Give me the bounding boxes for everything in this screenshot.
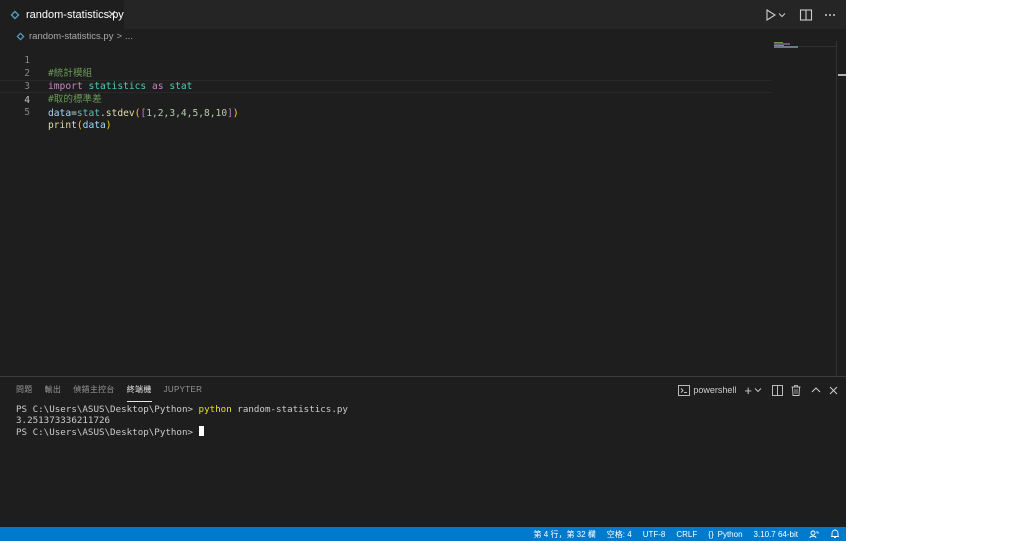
split-editor-icon	[799, 8, 813, 21]
feedback-button[interactable]	[809, 529, 819, 539]
number-list: 1,2,3,4,5,8,10	[146, 108, 228, 119]
panel-actions: powershell +	[672, 382, 838, 398]
terminal-args: random-statistics.py	[231, 404, 348, 415]
code-line: 2 import statistics as stat	[0, 54, 772, 92]
status-bar-right: 第 4 行，第 32 欄 空格: 4 UTF-8 CRLF {} Python …	[523, 527, 840, 541]
tab-jupyter[interactable]: JUPYTER	[164, 383, 203, 401]
code-line-current: 4 data=stat.stdev([1,2,3,4,5,8,10])	[0, 80, 772, 119]
tab-bar: random-statistics.py	[0, 0, 846, 29]
bottom-panel: 問題 輸出 偵錯主控台 終端機 JUPYTER powershell + PS …	[0, 376, 846, 527]
close-icon	[829, 386, 838, 394]
trash-icon	[791, 384, 801, 396]
bell-icon	[831, 529, 839, 538]
minimap[interactable]	[774, 41, 836, 49]
python-file-icon	[10, 10, 20, 19]
function-name: print	[48, 120, 77, 131]
code-editor[interactable]: 1 #統計模組 2 import statistics as stat 3 #取…	[0, 41, 846, 376]
variable: data	[48, 108, 72, 119]
plus-icon: +	[744, 382, 752, 398]
tab-output[interactable]: 輸出	[45, 383, 62, 401]
file-encoding[interactable]: UTF-8	[643, 530, 666, 539]
code-line: 3 #取的標準差	[0, 67, 772, 105]
split-editor-button[interactable]	[798, 7, 814, 23]
tab-debug-console[interactable]: 偵錯主控台	[73, 383, 115, 401]
tab-terminal[interactable]: 終端機	[126, 383, 152, 402]
terminal-command: python	[198, 404, 232, 415]
vertical-scrollbar[interactable]	[836, 41, 846, 376]
terminal-shell-selector[interactable]: powershell	[678, 382, 736, 398]
code-line: 1 #統計模組	[0, 41, 772, 79]
code-line: 5 print(data)	[0, 93, 772, 131]
braces-icon: {}	[708, 529, 714, 539]
close-icon[interactable]	[106, 8, 118, 20]
python-file-icon	[16, 31, 25, 41]
breadcrumb-symbols[interactable]: ...	[125, 31, 133, 42]
run-python-button[interactable]	[764, 7, 788, 23]
terminal-output[interactable]: PS C:\Users\ASUS\Desktop\Python> python …	[16, 404, 348, 438]
function-name: stdev	[105, 108, 135, 119]
tab-random-statistics[interactable]: random-statistics.py	[0, 0, 124, 29]
python-interpreter[interactable]: 3.10.7 64-bit	[754, 530, 798, 539]
variable: data	[82, 120, 106, 131]
terminal-prompt: PS C:\Users\ASUS\Desktop\Python>	[16, 404, 199, 415]
module-alias: stat	[76, 108, 100, 119]
more-actions-button[interactable]	[822, 7, 838, 23]
chevron-up-icon	[811, 387, 821, 393]
cursor-position[interactable]: 第 4 行，第 32 欄	[534, 529, 596, 540]
terminal-result: 3.251373336211726	[16, 415, 111, 426]
terminal-icon	[678, 384, 691, 396]
vscode-window: random-statistics.py random-statistics.p…	[0, 0, 846, 541]
editor-actions	[764, 0, 846, 29]
end-of-line[interactable]: CRLF	[676, 530, 697, 539]
feedback-icon	[809, 530, 819, 539]
more-icon	[825, 13, 835, 16]
indentation[interactable]: 空格: 4	[607, 529, 632, 540]
maximize-panel-button[interactable]	[811, 382, 821, 398]
notifications-button[interactable]	[830, 529, 840, 539]
language-label: Python	[717, 529, 743, 539]
shell-label: powershell	[693, 385, 737, 395]
split-editor-icon	[772, 384, 783, 396]
run-icon	[766, 8, 786, 21]
language-mode[interactable]: {} Python	[708, 530, 742, 539]
split-terminal-button[interactable]	[772, 382, 783, 398]
close-panel-button[interactable]	[829, 382, 838, 398]
panel-tabs: 問題 輸出 偵錯主控台 終端機 JUPYTER	[10, 383, 208, 403]
tab-problems[interactable]: 問題	[16, 383, 33, 401]
status-bar: 第 4 行，第 32 欄 空格: 4 UTF-8 CRLF {} Python …	[0, 527, 846, 541]
chevron-down-icon	[754, 388, 762, 393]
new-terminal-button[interactable]: +	[744, 382, 762, 398]
terminal-cursor	[198, 426, 204, 436]
line-number: 5	[24, 107, 30, 118]
breadcrumb-file[interactable]: random-statistics.py	[29, 31, 113, 42]
terminal-prompt: PS C:\Users\ASUS\Desktop\Python>	[16, 427, 199, 438]
breadcrumb-separator: >	[116, 30, 123, 42]
kill-terminal-button[interactable]	[791, 382, 801, 398]
